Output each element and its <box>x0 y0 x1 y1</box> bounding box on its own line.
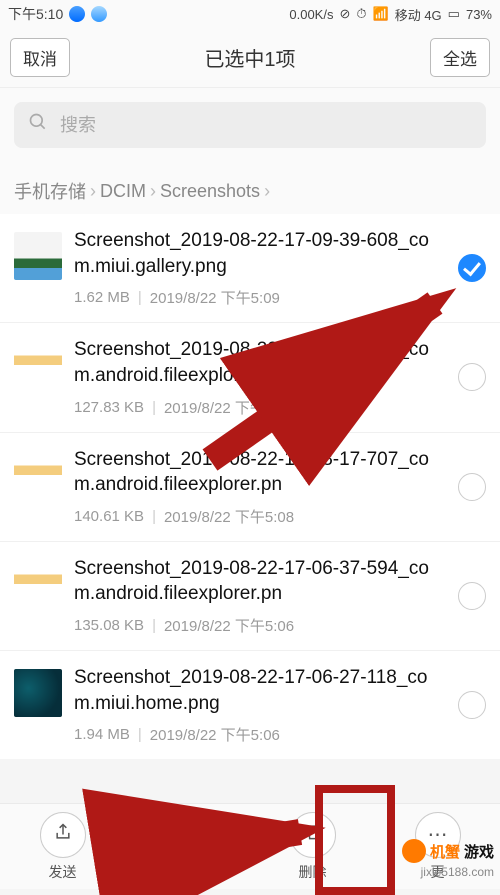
qq-icon <box>69 6 85 22</box>
search-icon <box>28 112 48 138</box>
crumb-screenshots[interactable]: Screenshots <box>160 181 260 202</box>
crumb-dcim[interactable]: DCIM <box>100 181 146 202</box>
battery-icon: ▭ <box>448 6 460 22</box>
send-action[interactable]: 发送 <box>40 812 86 882</box>
scissors-icon: ✂ <box>179 822 196 847</box>
watermark-icon <box>402 839 426 863</box>
signal-icon: 📶 <box>373 6 389 22</box>
file-date: 2019/8/22 下午5:08 <box>164 397 294 418</box>
delete-action[interactable]: 删除 <box>290 812 336 882</box>
file-date: 2019/8/22 下午5:06 <box>150 724 280 745</box>
file-checkbox[interactable] <box>458 254 486 282</box>
action-label: 剪切 <box>174 862 202 882</box>
file-size: 135.08 KB <box>74 617 144 634</box>
cancel-button[interactable]: 取消 <box>10 38 70 77</box>
breadcrumb: 手机存储 › DCIM › Screenshots › <box>0 148 500 214</box>
trash-icon <box>303 822 323 848</box>
weather-icon <box>91 6 107 22</box>
file-thumbnail <box>14 451 62 499</box>
file-name: Screenshot_2019-08-22-17-09-39-608_com.m… <box>74 228 442 279</box>
file-date: 2019/8/22 下午5:06 <box>164 615 294 636</box>
action-label: 发送 <box>49 862 77 882</box>
file-thumbnail <box>14 669 62 717</box>
file-thumbnail <box>14 232 62 280</box>
file-name: Screenshot_2019-08-22-17-06-37-594_com.a… <box>74 556 442 607</box>
file-name: Screenshot_2019-08-22-17-08-17-707_com.a… <box>74 447 442 498</box>
chevron-right-icon: › <box>90 181 96 202</box>
chevron-right-icon: › <box>264 181 270 202</box>
action-label: 删除 <box>299 862 327 882</box>
clock-icon: ⏱ <box>356 6 366 22</box>
watermark-url: jixie5188.com <box>421 865 494 879</box>
file-thumbnail <box>14 341 62 389</box>
status-battery: 73% <box>466 7 492 22</box>
selection-header: 取消 已选中1项 全选 <box>0 28 500 88</box>
watermark-text-a: 机蟹 <box>430 841 460 862</box>
cut-action[interactable]: ✂ 剪切 <box>165 812 211 882</box>
file-size: 140.61 KB <box>74 508 144 525</box>
file-date: 2019/8/22 下午5:08 <box>164 506 294 527</box>
status-bar: 下午5:10 0.00K/s ⊘ ⏱ 📶 移动 4G ▭ 73% <box>0 0 500 28</box>
search-container <box>0 88 500 148</box>
file-thumbnail <box>14 560 62 608</box>
search-input[interactable] <box>60 115 472 136</box>
file-row[interactable]: Screenshot_2019-08-22-17-09-39-608_com.m… <box>0 214 500 323</box>
file-checkbox[interactable] <box>458 363 486 391</box>
file-size: 1.62 MB <box>74 289 130 306</box>
file-row[interactable]: Screenshot_2019-08-22-17-06-27-118_com.m… <box>0 651 500 759</box>
file-checkbox[interactable] <box>458 473 486 501</box>
file-row[interactable]: Screenshot_2019-08-22-17-08-22-421_com.a… <box>0 323 500 432</box>
file-name: Screenshot_2019-08-22-17-08-22-421_com.a… <box>74 337 442 388</box>
file-size: 1.94 MB <box>74 726 130 743</box>
share-icon <box>53 822 73 848</box>
file-date: 2019/8/22 下午5:09 <box>150 287 280 308</box>
chevron-right-icon: › <box>150 181 156 202</box>
file-checkbox[interactable] <box>458 582 486 610</box>
crumb-root[interactable]: 手机存储 <box>14 178 86 204</box>
alarm-icon: ⊘ <box>339 6 350 22</box>
select-all-button[interactable]: 全选 <box>430 38 490 77</box>
file-row[interactable]: Screenshot_2019-08-22-17-08-17-707_com.a… <box>0 433 500 542</box>
file-name: Screenshot_2019-08-22-17-06-27-118_com.m… <box>74 665 442 716</box>
watermark: 机蟹游戏 <box>402 839 494 863</box>
watermark-text-b: 游戏 <box>464 841 494 862</box>
search-box[interactable] <box>14 102 486 148</box>
status-time: 下午5:10 <box>8 4 63 24</box>
file-size: 127.83 KB <box>74 399 144 416</box>
file-list: Screenshot_2019-08-22-17-09-39-608_com.m… <box>0 214 500 759</box>
status-netspeed: 0.00K/s <box>289 7 333 22</box>
file-checkbox[interactable] <box>458 691 486 719</box>
status-carrier: 移动 4G <box>395 5 442 24</box>
selection-title: 已选中1项 <box>204 43 295 72</box>
file-row[interactable]: Screenshot_2019-08-22-17-06-37-594_com.a… <box>0 542 500 651</box>
